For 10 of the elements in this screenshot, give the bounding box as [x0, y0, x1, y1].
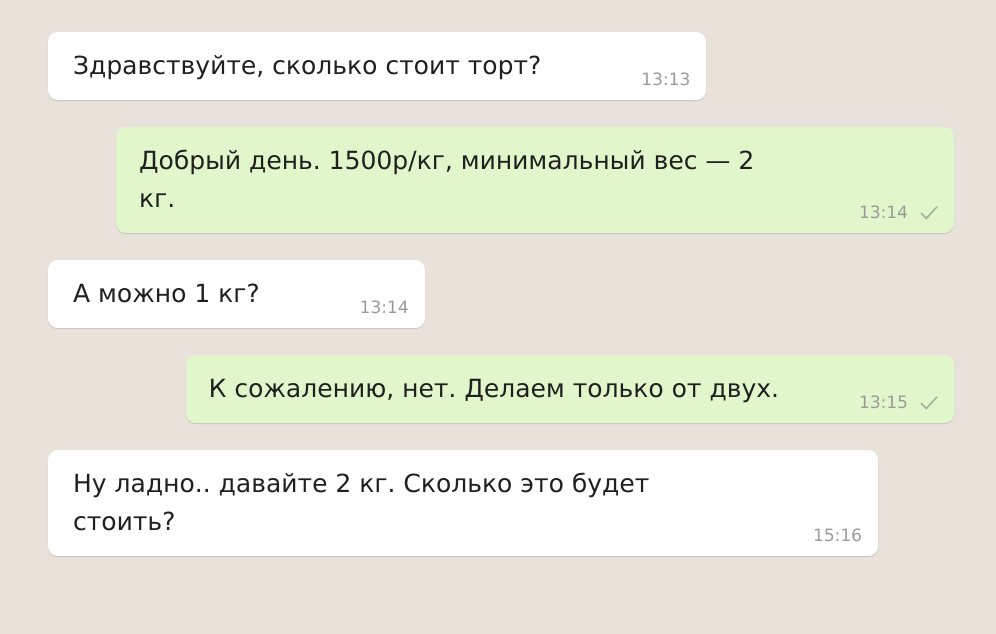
message-time: 15:16	[813, 524, 862, 548]
message-text: А можно 1 кг?	[73, 278, 260, 310]
message-time: 13:14	[859, 202, 908, 224]
message-time: 13:13	[641, 68, 690, 92]
message-time: 13:15	[859, 392, 908, 414]
message-time: 13:14	[360, 296, 409, 320]
message-text: Добрый день. 1500р/кг, минимальный вес — 2 кг.	[139, 145, 756, 215]
message-text: К сожалению, нет. Делаем только от двух.	[208, 373, 779, 405]
message-text: Здравствуйте, сколько стоит торт?	[73, 50, 542, 82]
message-text: Ну ладно.. давайте 2 кг. Сколько это будет стоить?	[73, 468, 650, 538]
